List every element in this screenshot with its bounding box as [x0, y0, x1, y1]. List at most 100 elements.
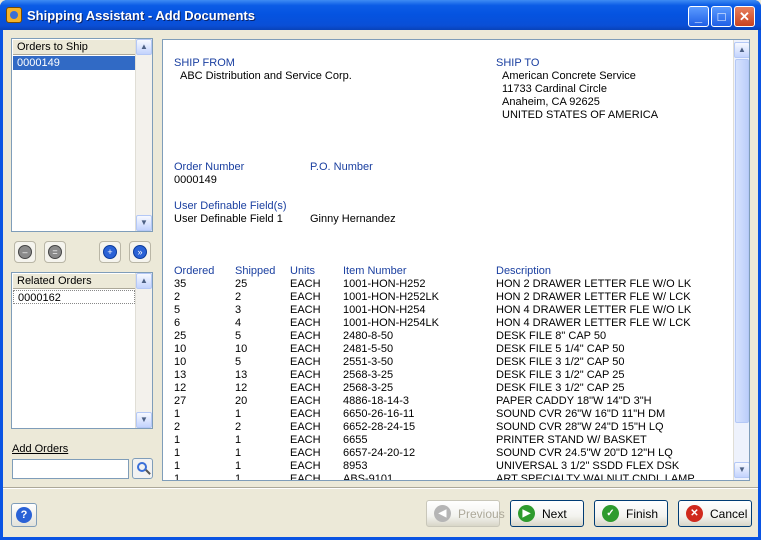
- checkmark-icon: ✓: [602, 505, 619, 522]
- related-order-item[interactable]: 0000162: [13, 290, 135, 304]
- remove-all-icon: =: [48, 245, 62, 259]
- ship-to-line: 11733 Cardinal Circle: [502, 83, 607, 95]
- ship-to-label: SHIP TO: [496, 57, 540, 69]
- item-number-cell: 2568-3-25: [343, 382, 394, 394]
- add-all-button[interactable]: »: [129, 241, 151, 263]
- shipped-cell: 2: [235, 291, 242, 303]
- item-number-cell: 6650-26-16-11: [343, 408, 415, 420]
- units-cell: EACH: [290, 460, 321, 472]
- add-orders-input[interactable]: [12, 459, 129, 479]
- scroll-down-arrow-icon[interactable]: ▼: [136, 412, 152, 428]
- po-number-label: P.O. Number: [310, 161, 373, 173]
- finish-button[interactable]: ✓ Finish: [594, 500, 668, 527]
- minimize-button[interactable]: _: [688, 6, 709, 27]
- scroll-up-arrow-icon[interactable]: ▲: [136, 273, 152, 289]
- item-number-cell: 2481-5-50: [343, 343, 394, 355]
- description-cell: PAPER CADDY 18"W 14"D 3"H: [496, 395, 652, 407]
- ordered-cell: 1: [174, 408, 181, 420]
- shipped-cell: 10: [235, 343, 248, 355]
- scroll-thumb[interactable]: [735, 59, 749, 423]
- cancel-x-icon: ✕: [686, 505, 703, 522]
- ordered-cell: 5: [174, 304, 181, 316]
- units-cell: EACH: [290, 434, 321, 446]
- ordered-cell: 10: [174, 343, 187, 355]
- remove-all-button[interactable]: =: [44, 241, 66, 263]
- add-all-icon: »: [133, 245, 147, 259]
- ship-to-line: American Concrete Service: [502, 70, 636, 82]
- item-number-cell: 1001-HON-H252LK: [343, 291, 439, 303]
- units-cell: EACH: [290, 304, 321, 316]
- item-number-cell: 2480-8-50: [343, 330, 394, 342]
- shipped-cell: 1: [235, 434, 242, 446]
- ordered-cell: 1: [174, 460, 181, 472]
- scroll-down-arrow-icon[interactable]: ▼: [734, 462, 749, 478]
- document-scrollbar[interactable]: ▲ ▼: [733, 40, 749, 480]
- scroll-down-arrow-icon[interactable]: ▼: [136, 215, 152, 231]
- back-arrow-icon: ◀: [434, 505, 451, 522]
- close-button[interactable]: ✕: [734, 6, 755, 27]
- help-icon: ?: [16, 507, 32, 523]
- ordered-cell: 2: [174, 421, 181, 433]
- shipped-cell: 4: [235, 317, 242, 329]
- orders-scrollbar[interactable]: ▲ ▼: [135, 39, 152, 231]
- item-number-cell: ABS-9101: [343, 473, 394, 481]
- description-cell: HON 4 DRAWER LETTER FLE W/ LCK: [496, 317, 691, 329]
- add-icon: +: [103, 245, 117, 259]
- units-cell: EACH: [290, 369, 321, 381]
- window-title: Shipping Assistant - Add Documents: [27, 8, 255, 23]
- description-cell: UNIVERSAL 3 1/2" SSDD FLEX DSK: [496, 460, 680, 472]
- ordered-cell: 25: [174, 330, 187, 342]
- title-bar[interactable]: Shipping Assistant - Add Documents _ □ ✕: [0, 0, 761, 30]
- units-cell: EACH: [290, 408, 321, 420]
- ordered-cell: 35: [174, 278, 187, 290]
- shipped-cell: 1: [235, 447, 242, 459]
- client-area: Orders to Ship 0000149 ▲ ▼ – = + » Relat…: [3, 30, 758, 537]
- units-cell: EACH: [290, 395, 321, 407]
- shipped-cell: 5: [235, 330, 242, 342]
- scroll-up-arrow-icon[interactable]: ▲: [734, 42, 749, 58]
- item-number-cell: 2568-3-25: [343, 369, 394, 381]
- ship-from-label: SHIP FROM: [174, 57, 235, 69]
- order-number-value: 0000149: [174, 174, 217, 186]
- description-cell: DESK FILE 8" CAP 50: [496, 330, 607, 342]
- item-number-cell: 1001-HON-H252: [343, 278, 426, 290]
- remove-icon: –: [18, 245, 32, 259]
- item-number-cell: 1001-HON-H254: [343, 304, 426, 316]
- next-button[interactable]: ▶ Next: [510, 500, 584, 527]
- shipped-cell: 12: [235, 382, 248, 394]
- shipped-cell: 5: [235, 356, 242, 368]
- description-cell: DESK FILE 3 1/2" CAP 25: [496, 382, 625, 394]
- col-item-number: Item Number: [343, 265, 407, 277]
- previous-button[interactable]: ◀ Previous: [426, 500, 505, 527]
- item-number-cell: 1001-HON-H254LK: [343, 317, 439, 329]
- related-orders-list[interactable]: Related Orders 0000162 ▲ ▼: [11, 272, 153, 429]
- help-button[interactable]: ?: [11, 503, 37, 527]
- maximize-button[interactable]: □: [711, 6, 732, 27]
- ordered-cell: 6: [174, 317, 181, 329]
- document-preview[interactable]: SHIP FROM ABC Distribution and Service C…: [162, 39, 750, 481]
- ordered-cell: 12: [174, 382, 187, 394]
- ordered-cell: 2: [174, 291, 181, 303]
- add-orders-label: Add Orders: [12, 443, 69, 455]
- orders-to-ship-list[interactable]: Orders to Ship 0000149 ▲ ▼: [11, 38, 153, 232]
- scroll-up-arrow-icon[interactable]: ▲: [136, 39, 152, 55]
- ordered-cell: 10: [174, 356, 187, 368]
- item-number-cell: 4886-18-14-3: [343, 395, 410, 407]
- ordered-cell: 1: [174, 447, 181, 459]
- units-cell: EACH: [290, 343, 321, 355]
- shipping-assistant-window: Shipping Assistant - Add Documents _ □ ✕…: [0, 0, 761, 540]
- remove-button[interactable]: –: [14, 241, 36, 263]
- col-units: Units: [290, 265, 316, 277]
- search-button[interactable]: [132, 458, 153, 479]
- item-number-cell: 6652-28-24-15: [343, 421, 416, 433]
- related-scrollbar[interactable]: ▲ ▼: [135, 273, 152, 428]
- add-button[interactable]: +: [99, 241, 121, 263]
- ordered-cell: 1: [174, 434, 181, 446]
- ship-to-line: Anaheim, CA 92625: [502, 96, 600, 108]
- units-cell: EACH: [290, 278, 321, 290]
- description-cell: HON 2 DRAWER LETTER FLE W/O LK: [496, 278, 692, 290]
- cancel-button[interactable]: ✕ Cancel: [678, 500, 752, 527]
- order-item[interactable]: 0000149: [13, 56, 135, 70]
- description-cell: SOUND CVR 26"W 16"D 11"H DM: [496, 408, 666, 420]
- description-cell: SOUND CVR 28"W 24"D 15"H LQ: [496, 421, 664, 433]
